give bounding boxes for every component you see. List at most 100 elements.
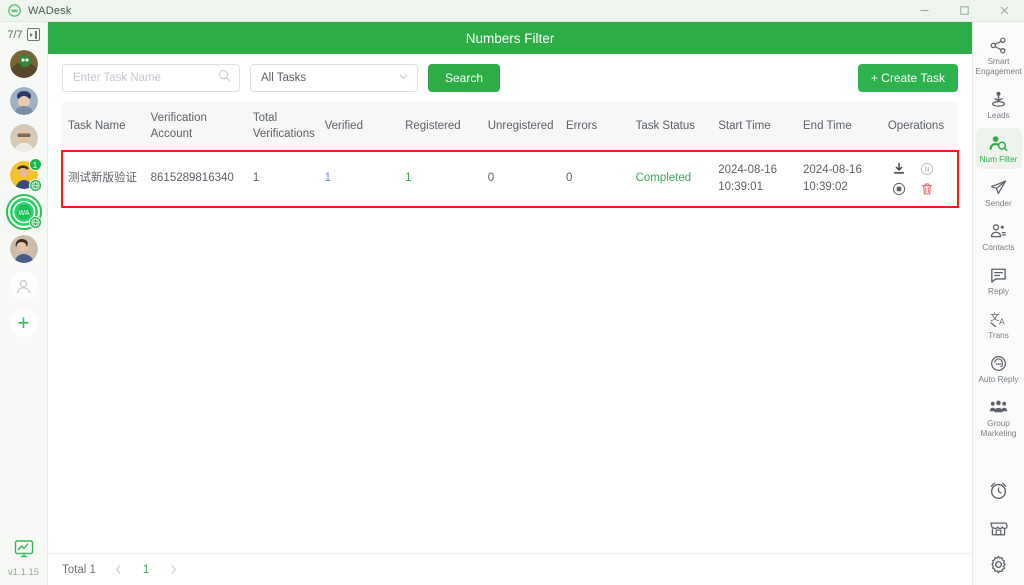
globe-icon <box>28 216 42 229</box>
page-title: Numbers Filter <box>48 22 972 54</box>
sidebar-item-label: Smart Engagement <box>975 57 1022 76</box>
end-date: 2024-08-16 <box>803 163 862 176</box>
contacts-icon <box>989 221 1009 241</box>
app-title: WADesk <box>28 4 72 17</box>
group-people-icon <box>989 397 1009 417</box>
sidebar-item-leads[interactable]: Leads <box>976 84 1022 125</box>
sidebar-item-contacts[interactable]: Contacts <box>976 216 1022 257</box>
sidebar-item-label: Contacts <box>982 243 1015 252</box>
feature-sidebar-footer <box>973 480 1024 575</box>
task-filter-select[interactable]: All Tasks <box>250 64 418 92</box>
col-verification-account: Verification Account <box>144 102 247 152</box>
account-avatar-2[interactable] <box>9 87 38 115</box>
avatar <box>9 124 38 152</box>
sidebar-item-smart-engagement[interactable]: Smart Engagement <box>976 30 1022 81</box>
sidebar-item-group-marketing[interactable]: Group Marketing <box>976 392 1022 443</box>
sidebar-item-label: Group Marketing <box>980 419 1017 438</box>
wa-logo-icon <box>8 4 21 17</box>
add-account-button[interactable]: + <box>9 309 38 337</box>
col-task-status: Task Status <box>629 102 713 152</box>
avatar <box>9 235 38 263</box>
cell-operations <box>881 151 958 208</box>
search-placeholder: Enter Task Name <box>73 72 161 84</box>
reply-message-icon <box>989 265 1009 285</box>
cell-verification-account: 8615289816340 <box>144 151 247 208</box>
app-window: WADesk 7/7 1 WA + v1.1.15 Numbers Filter… <box>0 0 1024 585</box>
tasks-table: Task Name Verification Account Total Ver… <box>61 102 959 209</box>
maximize-icon[interactable] <box>944 0 984 22</box>
col-end-time: End Time <box>797 102 882 152</box>
sidebar-item-reply[interactable]: Reply <box>976 260 1022 301</box>
create-task-button[interactable]: + Create Task <box>857 64 958 92</box>
table-header-row: Task Name Verification Account Total Ver… <box>62 102 958 152</box>
sidebar-item-auto-reply[interactable]: Auto Reply <box>976 348 1022 389</box>
close-icon[interactable] <box>984 0 1024 22</box>
alarm-clock-icon[interactable] <box>988 480 1009 501</box>
col-task-name: Task Name <box>62 102 145 152</box>
download-icon[interactable] <box>891 161 907 177</box>
col-total-verifications: Total Verifications <box>246 102 319 152</box>
chevron-down-icon <box>398 69 409 87</box>
avatar <box>9 50 38 78</box>
cell-unregistered: 0 <box>481 151 560 208</box>
account-counter-label: 7/7 <box>7 28 23 41</box>
account-avatar-wa[interactable]: WA <box>5 194 42 230</box>
total-count-label: Total 1 <box>62 563 96 576</box>
col-registered: Registered <box>399 102 482 152</box>
gear-icon[interactable] <box>988 554 1009 575</box>
col-start-time: Start Time <box>712 102 798 152</box>
stop-icon[interactable] <box>891 181 907 197</box>
share-nodes-icon <box>989 35 1009 55</box>
table-row[interactable]: 测试新版验证 8615289816340 1 1 1 0 0 Completed… <box>61 150 959 209</box>
main-content: Numbers Filter Enter Task Name All Tasks <box>48 22 972 585</box>
account-avatar-3[interactable] <box>9 124 38 152</box>
sidebar-item-trans[interactable]: 文 A Trans <box>976 304 1022 345</box>
cell-errors: 0 <box>559 151 630 208</box>
sidebar-footer: v1.1.15 <box>0 538 47 578</box>
sidebar-item-label: Sender <box>985 199 1012 208</box>
account-avatar-4[interactable]: 1 <box>9 158 42 192</box>
search-icon <box>218 69 231 87</box>
start-date: 2024-08-16 <box>718 163 778 176</box>
panel-toggle-icon[interactable] <box>26 28 40 41</box>
minimize-icon[interactable] <box>904 0 944 22</box>
search-button[interactable]: Search <box>428 64 501 92</box>
cell-start-time: 2024-08-16 10:39:01 <box>712 151 798 208</box>
add-contact-button[interactable] <box>9 272 38 300</box>
sidebar-item-sender[interactable]: Sender <box>976 172 1022 213</box>
pause-icon[interactable] <box>919 161 935 177</box>
title-bar: WADesk <box>0 0 1024 22</box>
auto-reply-headset-icon <box>989 353 1009 373</box>
sidebar-item-num-filter[interactable]: Num Filter <box>975 128 1022 169</box>
col-verified: Verified <box>318 102 400 152</box>
cell-end-time: 2024-08-16 10:39:02 <box>797 151 882 208</box>
col-operations: Operations <box>881 102 958 152</box>
monitor-chart-icon[interactable] <box>13 538 35 565</box>
account-avatar-1[interactable] <box>9 50 38 78</box>
paper-plane-icon <box>989 177 1009 197</box>
search-input[interactable]: Enter Task Name <box>62 64 240 92</box>
chevron-left-icon[interactable] <box>110 561 128 579</box>
account-counter-row[interactable]: 7/7 <box>7 28 40 41</box>
page-number-1[interactable]: 1 <box>134 564 158 576</box>
store-icon[interactable] <box>988 517 1009 538</box>
sidebar-item-label: Leads <box>987 111 1010 120</box>
translate-icon: 文 A <box>989 309 1009 329</box>
cell-task-name: 测试新版验证 <box>62 151 145 208</box>
chevron-right-icon[interactable] <box>164 561 182 579</box>
cell-registered: 1 <box>399 151 482 208</box>
avatar <box>9 87 38 115</box>
main-body: 7/7 1 WA + v1.1.15 Numbers Filter Enter … <box>0 22 1024 585</box>
user-search-icon <box>989 133 1009 153</box>
start-time: 10:39:01 <box>718 181 763 194</box>
cell-total-verifications: 1 <box>246 151 319 208</box>
col-errors: Errors <box>559 102 630 152</box>
col-unregistered: Unregistered <box>481 102 560 152</box>
filter-toolbar: Enter Task Name All Tasks Search + Creat… <box>48 54 972 102</box>
delete-icon[interactable] <box>919 181 935 197</box>
account-avatar-6[interactable] <box>9 235 38 263</box>
svg-text:A: A <box>999 316 1005 326</box>
status-badge: Completed <box>629 151 713 208</box>
sidebar-item-label: Trans <box>988 331 1009 340</box>
globe-icon <box>28 179 42 192</box>
